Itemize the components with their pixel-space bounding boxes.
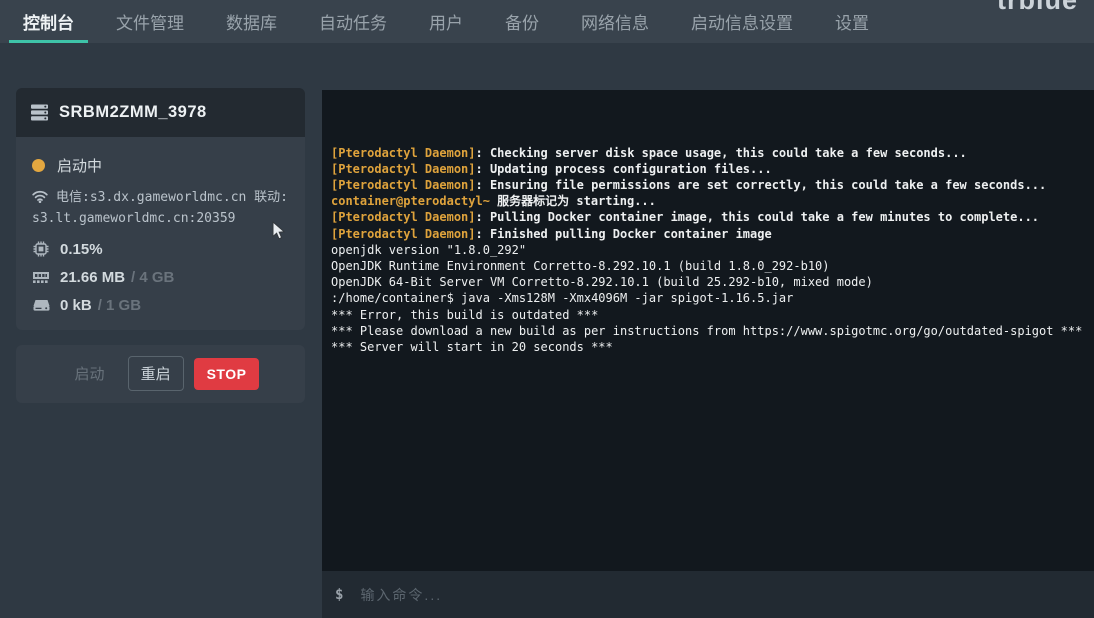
console-line: [Pterodactyl Daemon]: Ensuring file perm…	[331, 177, 1085, 193]
memory-stat: 21.66 MB / 4 GB	[30, 269, 291, 286]
server-address: 电信:s3.dx.gameworldmc.cn 联动:s3.lt.gamewor…	[32, 188, 289, 230]
disk-used: 0 kB	[60, 297, 92, 314]
server-address-text: 电信:s3.dx.gameworldmc.cn 联动:s3.lt.gamewor…	[32, 190, 288, 226]
cpu-value: 0.15%	[60, 241, 103, 258]
console-line-text: : Finished pulling Docker container imag…	[476, 227, 772, 241]
console-line-prefix: [Pterodactyl Daemon]	[331, 178, 476, 192]
console-line-prefix: container@pterodactyl~	[331, 194, 490, 208]
nav-tab-7[interactable]: 启动信息设置	[677, 0, 807, 43]
command-bar: $	[322, 571, 1094, 618]
console-line-prefix: [Pterodactyl Daemon]	[331, 210, 476, 224]
nav-tab-0[interactable]: 控制台	[9, 0, 88, 43]
memory-limit: / 4 GB	[131, 269, 174, 286]
nav-tab-3[interactable]: 自动任务	[305, 0, 401, 43]
server-rack-icon	[30, 103, 49, 122]
console-line: OpenJDK Runtime Environment Corretto-8.2…	[331, 258, 1085, 274]
command-input[interactable]	[358, 586, 1081, 604]
console-line: OpenJDK 64-Bit Server VM Corretto-8.292.…	[331, 274, 1085, 290]
console-output[interactable]: [Pterodactyl Daemon]: Checking server di…	[322, 90, 1094, 571]
brand-logo: trblue	[997, 0, 1078, 14]
cpu-chip-icon	[32, 241, 50, 257]
server-name: SRBM2ZMM_3978	[59, 103, 207, 122]
disk-stat: 0 kB / 1 GB	[30, 297, 291, 314]
prompt-symbol: $	[335, 587, 343, 603]
console-line-text: : Checking server disk space usage, this…	[476, 146, 967, 160]
console-line-prefix: [Pterodactyl Daemon]	[331, 146, 476, 160]
console-line-prefix: [Pterodactyl Daemon]	[331, 227, 476, 241]
console-line: [Pterodactyl Daemon]: Pulling Docker con…	[331, 209, 1085, 225]
start-button[interactable]: 启动	[62, 356, 118, 391]
status-dot-icon	[32, 159, 45, 172]
restart-button[interactable]: 重启	[128, 356, 184, 391]
server-card-body: 启动中 电信:s3.dx.gameworldmc.cn 联动:s3.lt.gam…	[16, 137, 305, 330]
disk-limit: / 1 GB	[98, 297, 141, 314]
console-line-text: : Ensuring file permissions are set corr…	[476, 178, 1047, 192]
server-info-card: SRBM2ZMM_3978 启动中 电信:s3.dx.gameworldmc.c…	[16, 88, 305, 330]
nav-tab-2[interactable]: 数据库	[212, 0, 291, 43]
wifi-icon	[32, 190, 48, 203]
nav-tab-4[interactable]: 用户	[415, 0, 477, 43]
console-line-text: *** Error, this build is outdated ***	[331, 308, 598, 322]
console-line-prefix: [Pterodactyl Daemon]	[331, 162, 476, 176]
nav-tab-8[interactable]: 设置	[821, 0, 883, 43]
server-card-header: SRBM2ZMM_3978	[16, 88, 305, 137]
server-sidebar: SRBM2ZMM_3978 启动中 电信:s3.dx.gameworldmc.c…	[16, 88, 305, 403]
console-line-text: OpenJDK 64-Bit Server VM Corretto-8.292.…	[331, 275, 873, 289]
console-line: openjdk version "1.8.0_292"	[331, 242, 1085, 258]
console-line-text: OpenJDK Runtime Environment Corretto-8.2…	[331, 259, 830, 273]
nav-tab-6[interactable]: 网络信息	[567, 0, 663, 43]
console-line: [Pterodactyl Daemon]: Checking server di…	[331, 145, 1085, 161]
console-line: *** Please download a new build as per i…	[331, 323, 1085, 339]
console-line: :/home/container$ java -Xms128M -Xmx4096…	[331, 290, 1085, 306]
top-navbar: 控制台文件管理数据库自动任务用户备份网络信息启动信息设置设置	[0, 0, 1094, 43]
power-controls-card: 启动 重启 STOP	[16, 345, 305, 403]
stop-button[interactable]: STOP	[194, 358, 260, 390]
nav-tab-1[interactable]: 文件管理	[102, 0, 198, 43]
console-line: [Pterodactyl Daemon]: Updating process c…	[331, 161, 1085, 177]
status-label: 启动中	[57, 155, 102, 176]
console-line-text: 服务器标记为 starting...	[490, 194, 656, 208]
nav-tab-5[interactable]: 备份	[491, 0, 553, 43]
console-panel: [Pterodactyl Daemon]: Checking server di…	[322, 90, 1094, 618]
console-line: *** Error, this build is outdated ***	[331, 307, 1085, 323]
console-line: [Pterodactyl Daemon]: Finished pulling D…	[331, 226, 1085, 242]
console-line-text: : Pulling Docker container image, this c…	[476, 210, 1040, 224]
console-line: *** Server will start in 20 seconds ***	[331, 339, 1085, 355]
console-line-text: openjdk version "1.8.0_292"	[331, 243, 526, 257]
memory-used: 21.66 MB	[60, 269, 125, 286]
hard-drive-icon	[32, 298, 50, 312]
console-line-text: *** Please download a new build as per i…	[331, 324, 1082, 338]
console-line-text: :/home/container$ java -Xms128M -Xmx4096…	[331, 291, 793, 305]
console-line: container@pterodactyl~ 服务器标记为 starting..…	[331, 193, 1085, 209]
server-status: 启动中	[32, 155, 289, 176]
memory-icon	[32, 271, 50, 284]
console-line-text: : Updating process configuration files..…	[476, 162, 772, 176]
cpu-stat: 0.15%	[30, 241, 291, 258]
console-line-text: *** Server will start in 20 seconds ***	[331, 340, 613, 354]
